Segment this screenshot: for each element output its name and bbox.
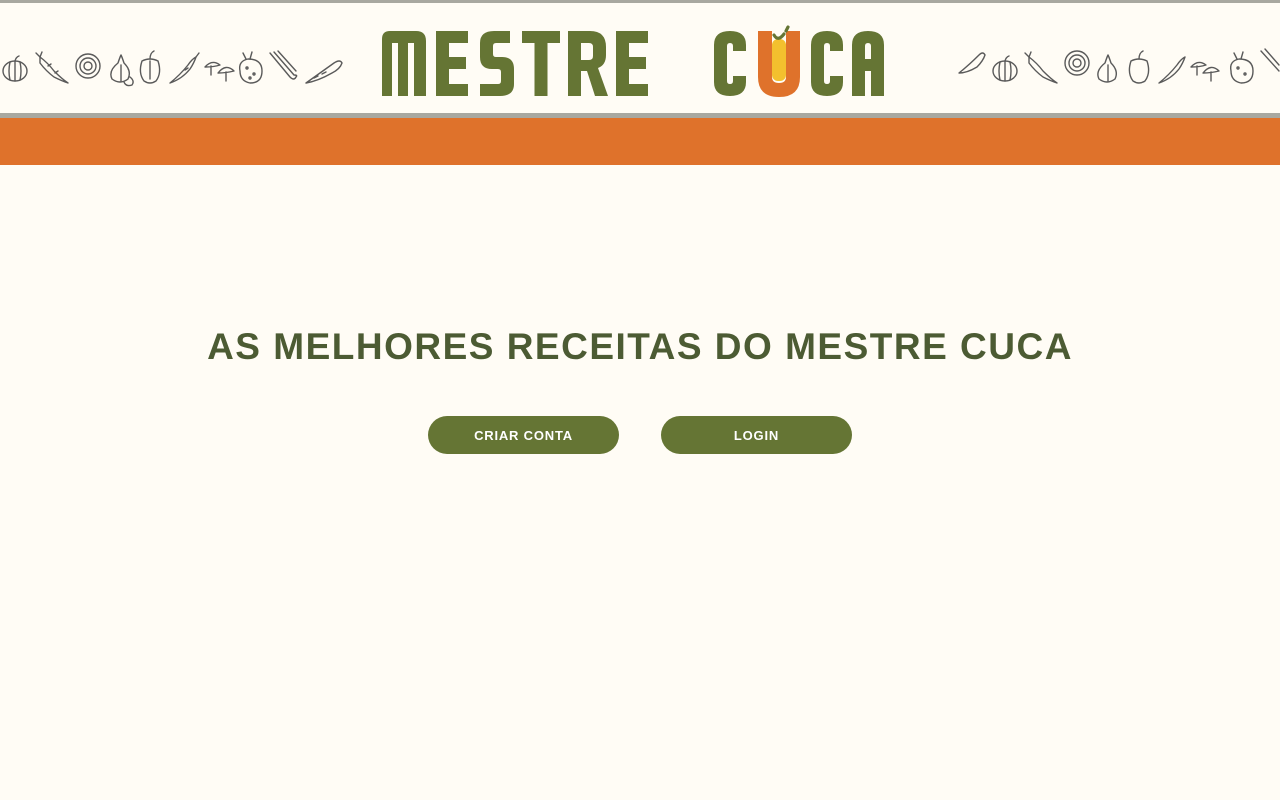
mushroom-icon	[204, 61, 235, 82]
potato-icon	[1229, 51, 1254, 84]
garlic-icon	[110, 54, 134, 87]
pumpkin-icon	[2, 55, 28, 82]
garlic-icon	[1097, 54, 1118, 83]
create-account-button[interactable]: CRIAR CONTA	[428, 416, 619, 454]
pumpkin-icon	[992, 55, 1018, 82]
onion-icon	[75, 53, 101, 79]
chili-icon	[1158, 56, 1186, 84]
scallion-icon	[1260, 48, 1280, 72]
orange-banner-band	[0, 118, 1280, 165]
zucchini-icon	[305, 60, 343, 84]
bell-pepper-icon	[139, 50, 161, 84]
site-header	[0, 3, 1280, 113]
scallion-icon	[269, 50, 298, 80]
onion-icon	[1064, 50, 1090, 76]
bell-pepper-icon	[1128, 50, 1150, 84]
login-button[interactable]: LOGIN	[661, 416, 852, 454]
logo-wordmark	[382, 25, 884, 97]
carrot-icon	[1024, 51, 1058, 84]
zucchini-icon	[958, 52, 986, 74]
mestre-cuca-logo	[382, 25, 884, 97]
carrot-icon	[35, 51, 69, 84]
vegetables-decoration-right	[958, 48, 1280, 84]
potato-icon	[238, 51, 263, 84]
mushroom-icon	[1190, 61, 1220, 82]
hero-title: AS MELHORES RECEITAS DO MESTRE CUCA	[207, 326, 1073, 367]
vegetables-decoration-left	[2, 50, 343, 87]
chili-icon	[169, 52, 200, 84]
